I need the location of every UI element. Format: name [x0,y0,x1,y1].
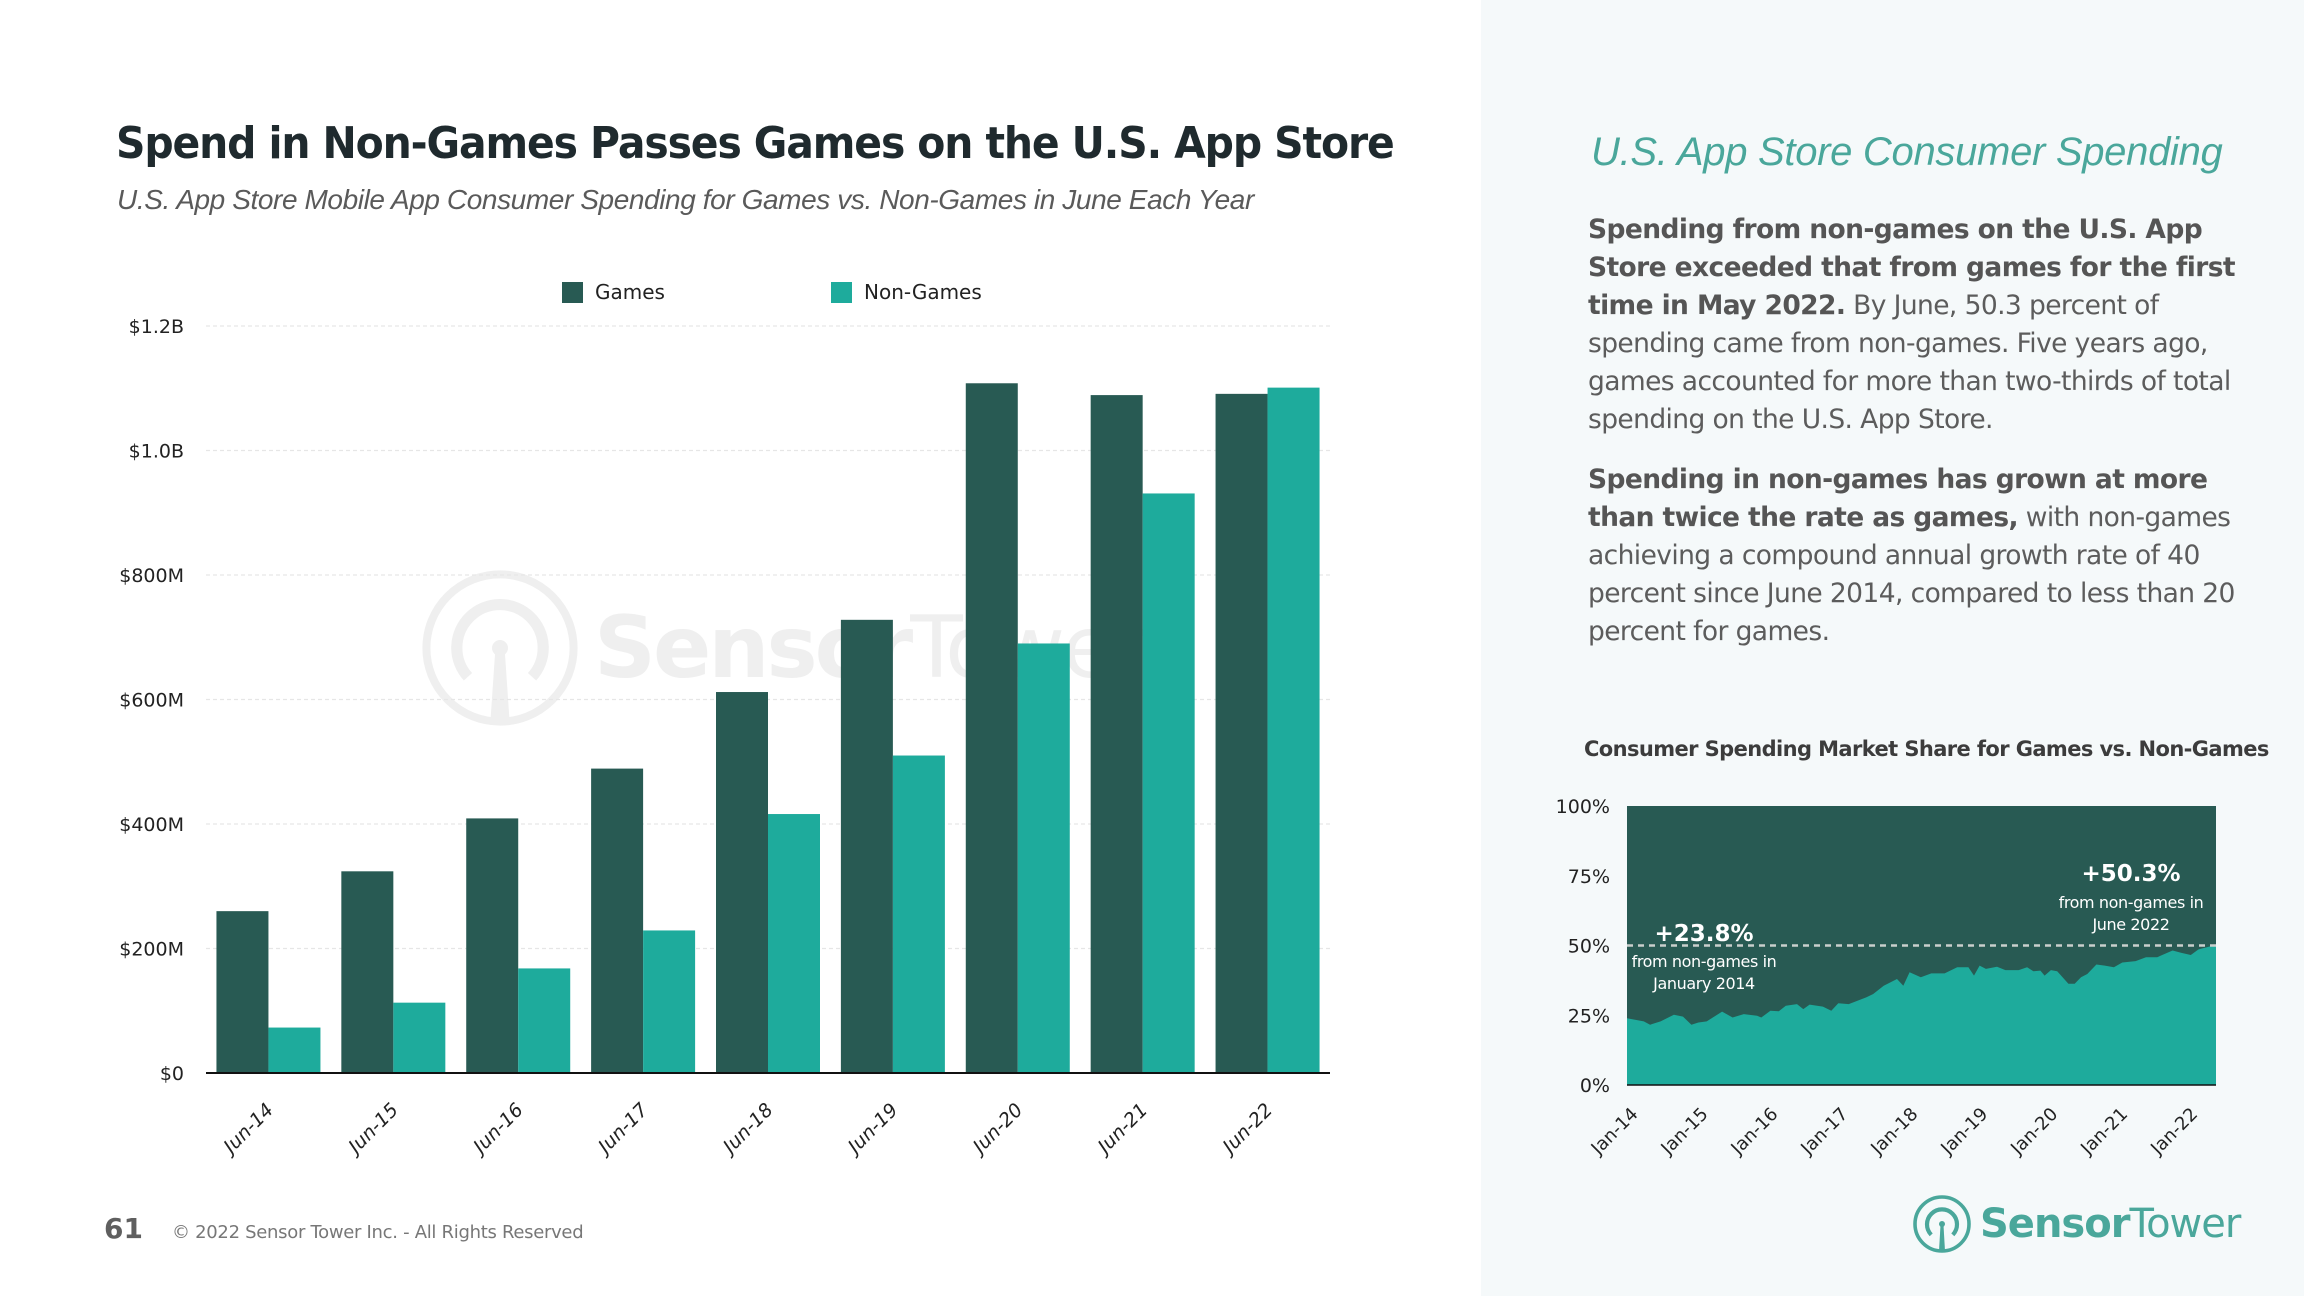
logo-text-bold: Sensor [1980,1201,2130,1247]
x-tick-label: Jan-14 [1587,1104,1643,1160]
annotation-text-jan-2014: January 2014 [1652,974,1755,993]
logo-text: SensorTower [1980,1201,2241,1247]
x-tick-label: Jan-19 [1936,1104,1992,1160]
x-tick-label: Jan-17 [1796,1104,1852,1160]
sensor-tower-logo: SensorTower [1912,1194,2241,1254]
y-tick-label: 100% [1556,796,1610,818]
copyright: © 2022 Sensor Tower Inc. - All Rights Re… [172,1222,584,1243]
annotation-value-jan-2014: +23.8% [1654,921,1753,947]
sensor-tower-logo-icon [1913,1195,1971,1253]
annotation-value-jun-2022: +50.3% [2081,861,2180,887]
logo-text-light: Tower [2129,1201,2241,1247]
x-tick-label: Jan-20 [2006,1104,2062,1160]
y-tick-label: 75% [1568,866,1610,888]
annotation-text-jun-2022: June 2022 [2091,915,2169,934]
x-tick-label: Jan-21 [2076,1104,2132,1160]
x-tick-label: Jan-15 [1657,1104,1713,1160]
y-tick-label: 0% [1580,1075,1610,1097]
x-tick-label: Jan-16 [1726,1104,1782,1160]
x-tick-label: Jan-22 [2146,1104,2202,1160]
y-tick-label: 50% [1568,936,1610,958]
y-tick-label: 25% [1568,1005,1610,1027]
area-chart: 0%25%50%75%100%Jan-14 Jan-15 Jan-16 Jan-17 J… [1556,796,2216,1160]
annotation-text-jun-2022: from non-games in [2059,893,2204,912]
x-tick-label: Jan-18 [1866,1104,1922,1160]
page-number: 61 [104,1212,143,1245]
annotation-text-jan-2014: from non-games in [1632,952,1777,971]
